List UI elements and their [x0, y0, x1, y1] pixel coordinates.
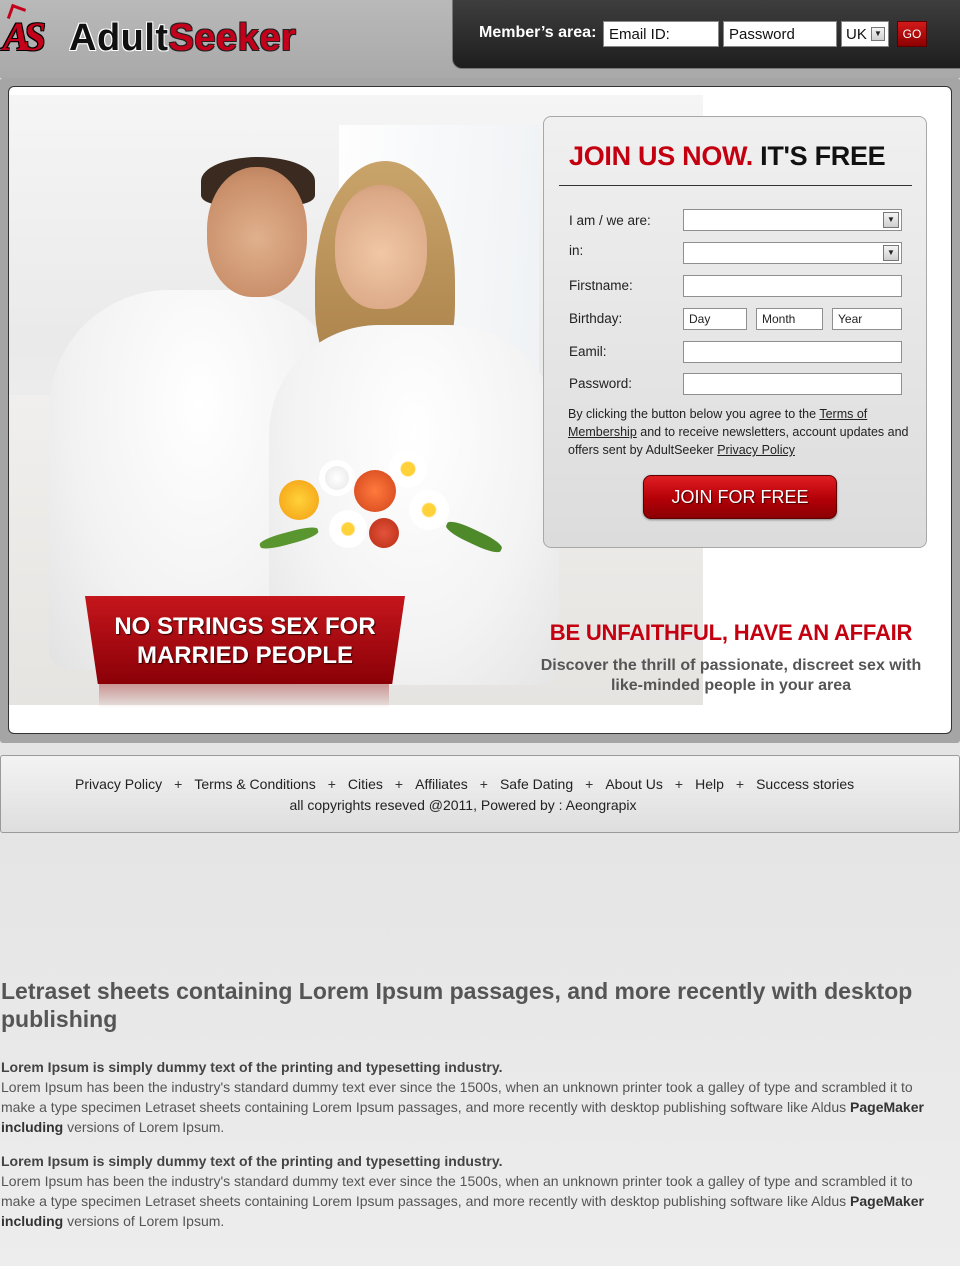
footer-separator: +	[735, 776, 745, 792]
login-email-input[interactable]: Email ID:	[603, 21, 719, 47]
paragraph-body: Lorem Ipsum has been the industry's stan…	[1, 1079, 913, 1115]
country-select[interactable]: UK ▼	[841, 21, 889, 47]
paragraph-body: Lorem Ipsum has been the industry's stan…	[1, 1173, 913, 1209]
footer-separator: +	[479, 776, 488, 792]
tagline-text: Discover the thrill of passionate, discr…	[540, 657, 922, 694]
iam-select[interactable]: ▼	[683, 209, 902, 231]
logo-mark: AS	[3, 12, 59, 62]
paragraph-end: versions of Lorem Ipsum.	[67, 1213, 225, 1229]
paragraph-lead: Lorem Ipsum is simply dummy text of the …	[1, 1059, 503, 1075]
logo-text-part2: Seeker	[168, 17, 297, 59]
join-form: JOIN US NOW. IT'S FREE I am / we are: ▼ …	[543, 116, 927, 548]
content-heading: Letraset sheets containing Lorem Ipsum p…	[1, 978, 913, 1032]
footer-separator: +	[327, 776, 336, 792]
content-paragraph: Lorem Ipsum is simply dummy text of the …	[1, 1151, 946, 1231]
hero-tagline: BE UNFAITHFUL, HAVE AN AFFAIR Discover t…	[539, 620, 923, 696]
footer-separator: +	[394, 776, 404, 792]
password-field[interactable]	[683, 373, 902, 395]
paragraph-end: versions of Lorem Ipsum.	[67, 1119, 225, 1135]
dropdown-arrow-icon: ▼	[883, 212, 899, 228]
footer-link-privacy[interactable]: Privacy Policy	[75, 776, 162, 792]
birthday-year-input[interactable]: Year	[832, 308, 902, 330]
footer: Privacy Policy + Terms & Conditions + Cities…	[0, 755, 960, 833]
firstname-input[interactable]	[683, 275, 902, 297]
password-label: Password:	[569, 376, 633, 391]
promo-banner: NO STRINGS SEX FOR MARRIED PEOPLE	[85, 596, 405, 684]
iam-label: I am / we are:	[569, 213, 651, 228]
flower-bouquet	[258, 440, 509, 570]
tagline-title: BE UNFAITHFUL, HAVE AN AFFAIR	[549, 620, 913, 645]
main-frame: NO STRINGS SEX FOR MARRIED PEOPLE JOIN U…	[0, 78, 960, 743]
join-form-title: JOIN US NOW. IT'S FREE	[569, 141, 886, 172]
in-label: in:	[569, 243, 584, 258]
seo-content: Letraset sheets containing Lorem Ipsum p…	[1, 977, 946, 1245]
promo-banner-line2: MARRIED PEOPLE	[136, 642, 354, 669]
email-label: Eamil:	[569, 344, 607, 359]
footer-link-cities[interactable]: Cities	[348, 776, 383, 792]
firstname-label: Firstname:	[569, 278, 633, 293]
footer-separator: +	[674, 776, 684, 792]
footer-links: Privacy Policy + Terms & Conditions + Cities…	[75, 776, 854, 792]
birthday-label: Birthday:	[569, 311, 623, 326]
footer-link-success-stories[interactable]: Success stories	[756, 776, 854, 792]
login-go-button[interactable]: GO	[897, 21, 927, 47]
logo-text: AdultSeeker	[69, 18, 296, 58]
paragraph-lead: Lorem Ipsum is simply dummy text of the …	[1, 1153, 503, 1169]
copyright: all copyrights reseved @2011, Powered by…	[289, 797, 637, 813]
country-select-value: UK	[846, 26, 867, 43]
footer-link-about[interactable]: About Us	[605, 776, 663, 792]
logo-text-part1: Adult	[69, 17, 169, 59]
member-area-label: Member’s area:	[479, 24, 597, 41]
privacy-link[interactable]: Privacy Policy	[717, 443, 795, 457]
footer-link-affiliates[interactable]: Affiliates	[415, 776, 468, 792]
divider	[559, 185, 912, 186]
footer-link-help[interactable]: Help	[695, 776, 724, 792]
birthday-day-input[interactable]: Day	[683, 308, 747, 330]
footer-link-terms[interactable]: Terms & Conditions	[194, 776, 315, 792]
site-logo[interactable]: AS AdultSeeker	[3, 12, 343, 64]
email-field[interactable]	[683, 341, 902, 363]
footer-link-safe-dating[interactable]: Safe Dating	[500, 776, 573, 792]
footer-separator: +	[585, 776, 594, 792]
join-title-black: IT'S FREE	[760, 141, 886, 171]
hero-section: NO STRINGS SEX FOR MARRIED PEOPLE JOIN U…	[8, 86, 952, 734]
terms-prefix: By clicking the button below you agree t…	[568, 407, 817, 421]
dropdown-arrow-icon: ▼	[871, 27, 885, 41]
promo-banner-line1: NO STRINGS SEX FOR	[114, 613, 376, 640]
terms-notice: By clicking the button below you agree t…	[568, 405, 910, 459]
footer-separator: +	[174, 776, 183, 792]
join-for-free-button[interactable]: JOIN FOR FREE	[643, 475, 837, 519]
dropdown-arrow-icon: ▼	[883, 245, 899, 261]
join-title-red: JOIN US NOW.	[569, 141, 753, 171]
location-select[interactable]: ▼	[683, 242, 902, 264]
content-paragraph: Lorem Ipsum is simply dummy text of the …	[1, 1057, 946, 1137]
member-login-panel: Member’s area: Email ID: Password UK ▼ G…	[452, 0, 960, 69]
login-password-input[interactable]: Password	[723, 21, 837, 47]
birthday-month-input[interactable]: Month	[756, 308, 823, 330]
top-bar: AS AdultSeeker Member’s area: Email ID: …	[0, 0, 960, 78]
